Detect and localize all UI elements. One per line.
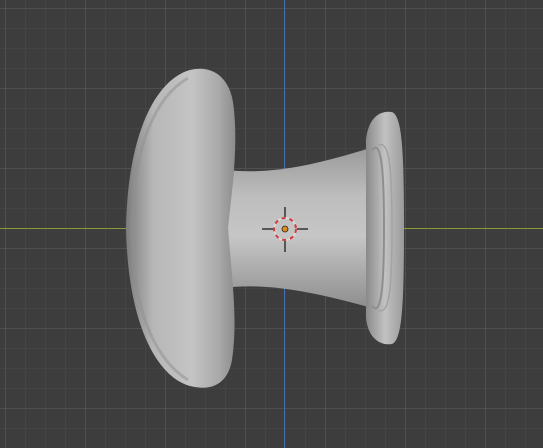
3d-viewport[interactable] bbox=[0, 0, 543, 448]
knob-cap[interactable] bbox=[126, 68, 236, 388]
scene-svg bbox=[126, 68, 404, 388]
object-origin-dot bbox=[281, 225, 289, 233]
